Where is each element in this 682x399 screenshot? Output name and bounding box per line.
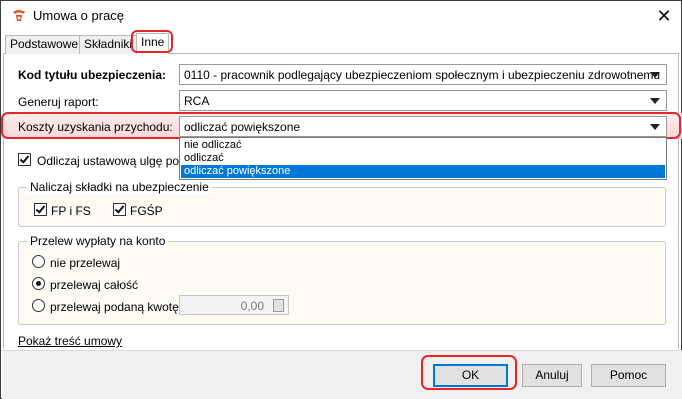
kod-tytulu-value: 0110 - pracownik podlegający ubezpieczen… xyxy=(184,68,661,82)
tab-skladniki[interactable]: Składniki xyxy=(79,35,138,54)
check-icon xyxy=(114,203,125,214)
koszty-dropdown-list: nie odliczać odliczać odliczać powiększo… xyxy=(179,137,667,180)
dropdown-option[interactable]: odliczać xyxy=(181,152,665,165)
calculator-icon[interactable] xyxy=(273,299,284,312)
skladki-group-title: Naliczaj składki na ubezpieczenie xyxy=(27,180,212,194)
dialog-window: Umowa o pracę ✕ Podstawowe Składniki Inn… xyxy=(0,0,682,399)
check-icon xyxy=(19,153,30,164)
title-bar: Umowa o pracę ✕ xyxy=(1,1,681,31)
kod-tytulu-label: Kod tytułu ubezpieczenia: xyxy=(18,68,167,82)
cancel-button[interactable]: Anuluj xyxy=(522,364,582,387)
koszty-label: Koszty uzyskania przychodu: xyxy=(18,120,173,134)
show-contract-link[interactable]: Pokaż treść umowy xyxy=(18,334,122,348)
przelewaj-calosc-radio[interactable] xyxy=(32,277,45,290)
koszty-value: odliczać powiększone xyxy=(184,120,301,134)
tab-inne[interactable]: Inne xyxy=(136,33,170,55)
przelew-group-title: Przelew wypłaty na konto xyxy=(27,234,169,248)
close-button[interactable]: ✕ xyxy=(651,4,677,28)
przelewaj-calosc-label: przelewaj całość xyxy=(50,278,139,292)
koszty-select[interactable]: odliczać powiększone xyxy=(179,116,667,137)
nie-przelewaj-radio[interactable] xyxy=(32,255,45,268)
kod-tytulu-select[interactable]: 0110 - pracownik podlegający ubezpieczen… xyxy=(179,64,667,85)
check-icon xyxy=(35,203,46,214)
kwota-field[interactable]: 0,00 xyxy=(179,295,289,315)
fp-fs-checkbox[interactable] xyxy=(34,203,47,216)
dropdown-option-selected[interactable]: odliczać powiększone xyxy=(181,165,665,178)
generuj-raport-value: RCA xyxy=(184,94,210,108)
przelewaj-kwote-label: przelewaj podaną kwotę xyxy=(50,300,179,314)
window-title: Umowa o pracę xyxy=(33,8,125,23)
przelewaj-kwote-radio[interactable] xyxy=(32,299,45,312)
generuj-raport-select[interactable]: RCA xyxy=(179,90,667,111)
app-icon xyxy=(13,10,25,21)
chevron-down-icon xyxy=(650,72,660,78)
fgsp-checkbox[interactable] xyxy=(113,203,126,216)
ulga-checkbox[interactable] xyxy=(18,153,31,166)
nie-przelewaj-label: nie przelewaj xyxy=(50,256,121,270)
tab-strip: Podstawowe Składniki Inne xyxy=(3,32,679,55)
radio-dot-icon xyxy=(36,281,41,286)
kwota-value: 0,00 xyxy=(240,299,264,313)
fgsp-label: FGŚP xyxy=(130,204,163,218)
ulga-label: Odliczaj ustawową ulgę podat xyxy=(37,154,196,168)
help-button[interactable]: Pomoc xyxy=(591,364,666,387)
ok-button[interactable]: OK xyxy=(433,364,508,387)
chevron-down-icon xyxy=(650,98,660,104)
generuj-raport-label: Generuj raport: xyxy=(18,95,99,109)
fp-fs-label: FP i FS xyxy=(51,204,91,218)
dropdown-option[interactable]: nie odliczać xyxy=(181,139,665,152)
chevron-down-icon xyxy=(650,124,660,130)
tab-podstawowe[interactable]: Podstawowe xyxy=(5,35,84,54)
close-icon: ✕ xyxy=(656,6,672,26)
